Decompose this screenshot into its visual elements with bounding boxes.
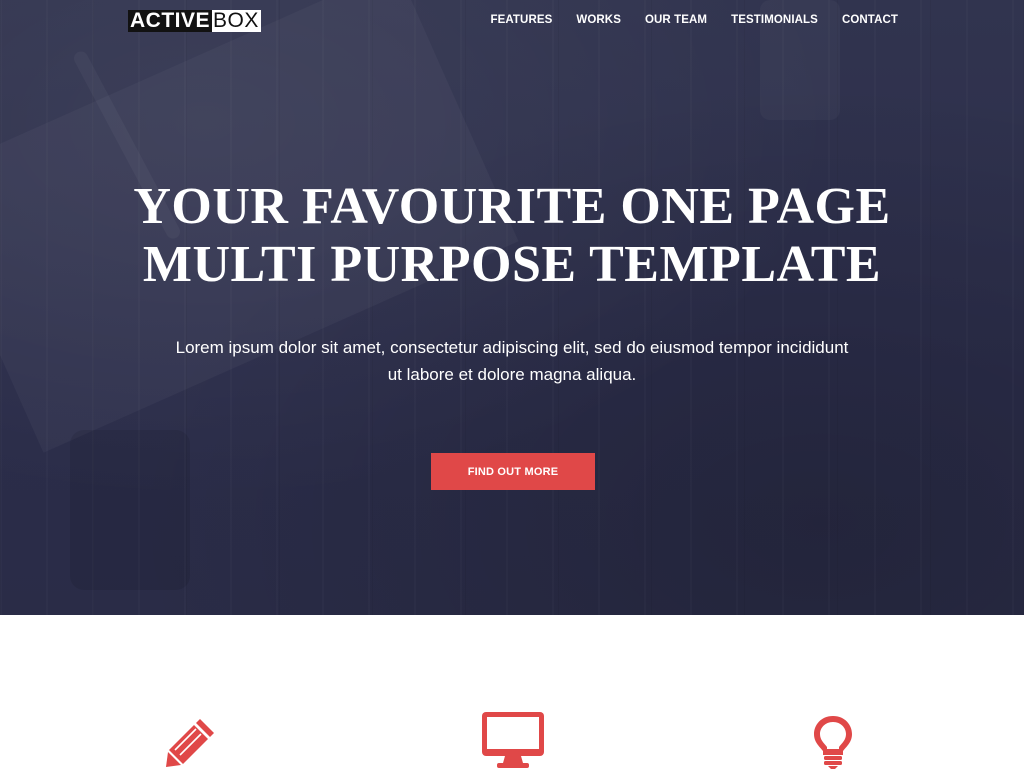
logo[interactable]: ACTIVE BOX — [128, 10, 261, 32]
monitor-icon — [482, 712, 544, 768]
hero-title-line-2: MULTI PURPOSE TEMPLATE — [142, 236, 882, 293]
main-nav: FEATURES WORKS OUR TEAM TESTIMONIALS CON… — [490, 13, 898, 27]
hero-title: YOUR FAVOURITE ONE PAGE MULTI PURPOSE TE… — [0, 178, 1024, 294]
hero-subtitle: Lorem ipsum dolor sit amet, consectetur … — [175, 338, 849, 384]
nav-item-works[interactable]: WORKS — [576, 13, 621, 27]
nav-item-our-team[interactable]: OUR TEAM — [645, 13, 707, 27]
hero-title-line-1: YOUR FAVOURITE ONE PAGE — [133, 178, 891, 235]
pencil-icon — [166, 719, 214, 767]
hero-background-phone — [70, 430, 190, 590]
nav-item-features[interactable]: FEATURES — [490, 13, 552, 27]
lightbulb-icon — [814, 716, 852, 769]
logo-part-box: BOX — [212, 9, 261, 32]
nav-item-contact[interactable]: CONTACT — [842, 13, 898, 27]
nav-item-testimonials[interactable]: TESTIMONIALS — [731, 13, 818, 27]
hero-section: ACTIVE BOX FEATURES WORKS OUR TEAM TESTI… — [0, 0, 1024, 615]
find-out-more-button[interactable]: FIND OUT MORE — [431, 453, 595, 490]
logo-part-active: ACTIVE — [128, 9, 213, 32]
